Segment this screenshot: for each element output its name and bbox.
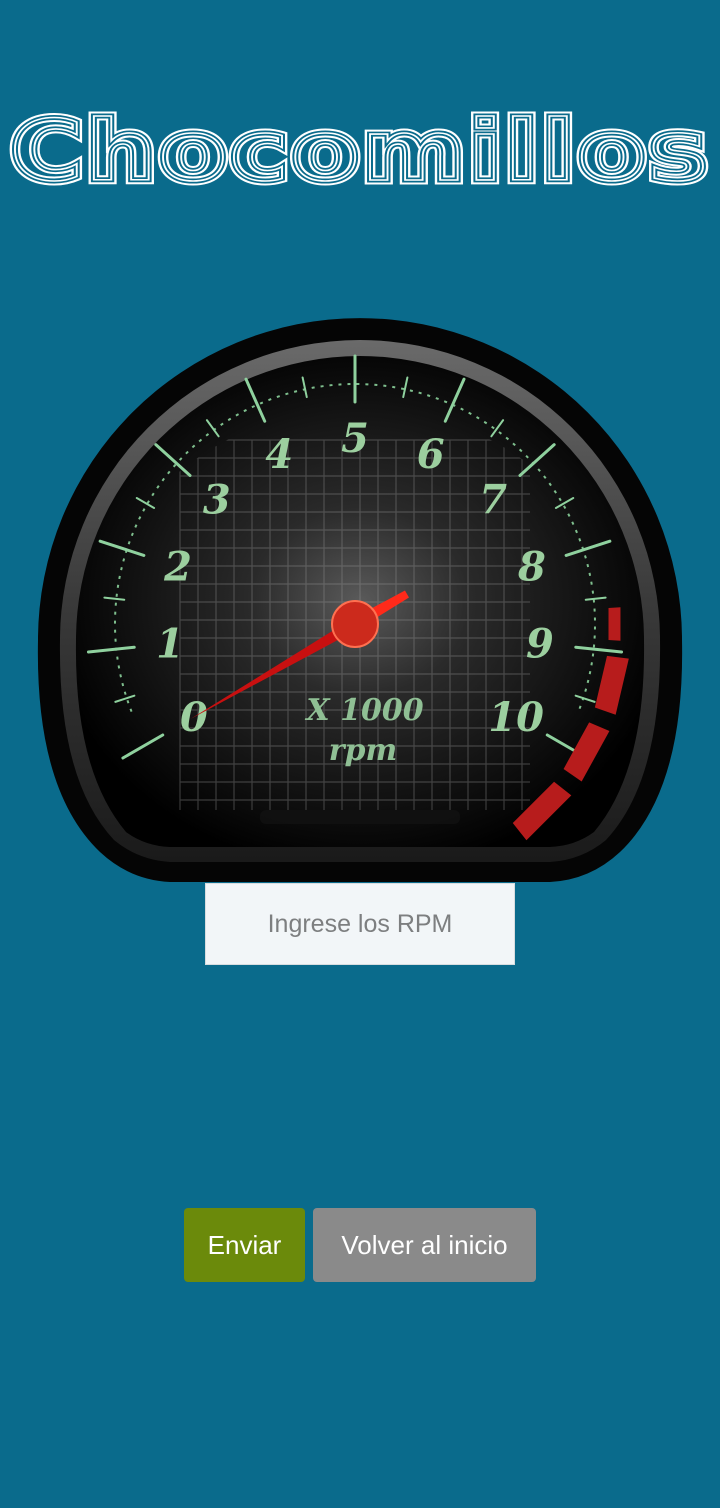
gauge-label: 1: [156, 620, 184, 667]
gauge-label: 3: [203, 477, 231, 524]
gauge-label: 9: [526, 620, 554, 667]
gauge-label: 5: [341, 415, 369, 462]
tachometer: 0 1 2 3 4 5 6 7 8 9 10 X 1000 rpm: [30, 318, 690, 885]
gauge-unit: rpm: [329, 733, 398, 768]
gauge-label: 7: [479, 477, 507, 524]
tachometer-svg: 0 1 234 5 678 9 10 X 1000 rpm: [37, 318, 683, 882]
gauge-label: 2: [163, 544, 192, 591]
send-button[interactable]: Enviar: [184, 1208, 305, 1282]
rpm-input[interactable]: [205, 883, 515, 965]
gauge-label: 4: [265, 431, 293, 478]
gauge-label: 0: [180, 694, 208, 741]
gauge-base-shadow: [260, 810, 460, 824]
back-to-start-button[interactable]: Volver al inicio: [313, 1208, 536, 1282]
app-title: Chocomillos: [10, 102, 710, 198]
redline-segment: [608, 607, 621, 641]
app-title-svg: .tl { font-family: "DejaVu Sans", sans-s…: [6, 98, 713, 205]
gauge-label: 10: [488, 694, 544, 741]
gauge-needle-hub: [331, 600, 379, 648]
app-title-banner: .tl { font-family: "DejaVu Sans", sans-s…: [0, 98, 720, 205]
gauge-unit-multiplier: X 1000: [304, 693, 423, 728]
gauge-label: 8: [517, 544, 546, 591]
gauge-label: 6: [417, 431, 445, 478]
